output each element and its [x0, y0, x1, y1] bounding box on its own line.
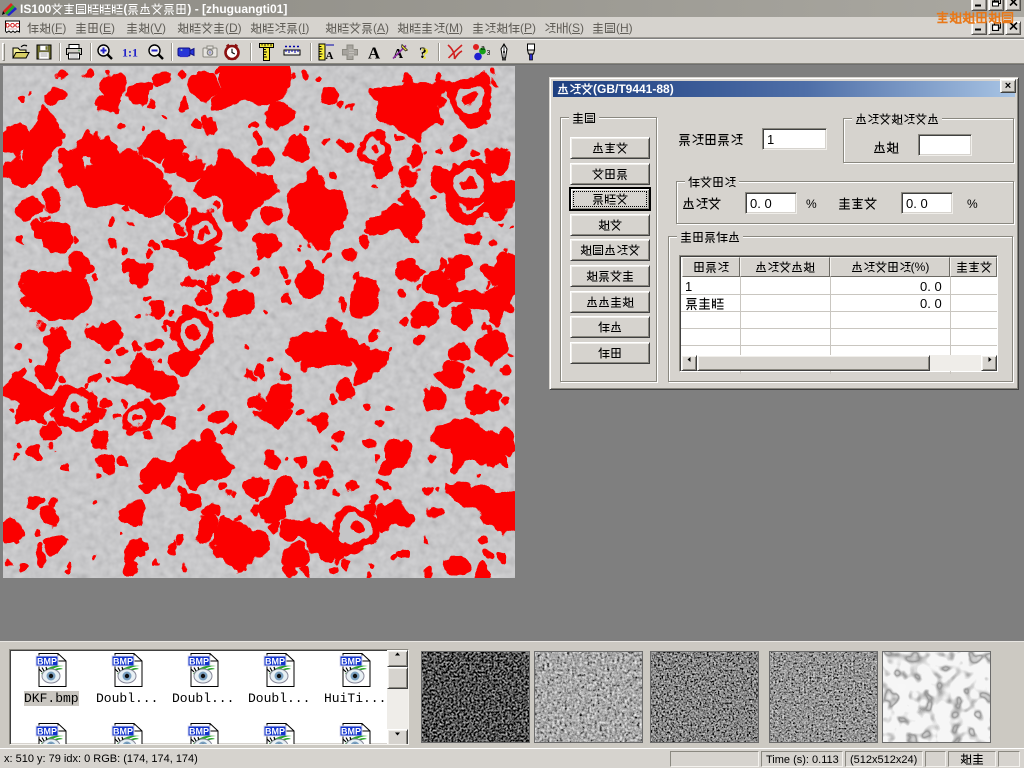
svg-text:BMP: BMP	[189, 657, 209, 667]
svg-text:DOC: DOC	[5, 23, 20, 30]
svg-text:BMP: BMP	[113, 657, 133, 667]
svg-text:A: A	[326, 50, 334, 62]
svg-text:BMP: BMP	[37, 727, 57, 737]
svg-text:BMP: BMP	[189, 727, 209, 737]
svg-text:1:1: 1:1	[122, 46, 138, 60]
svg-text:?: ?	[421, 46, 429, 62]
svg-text:BMP: BMP	[265, 657, 285, 667]
svg-text:BMP: BMP	[113, 727, 133, 737]
svg-text:BMP: BMP	[341, 727, 361, 737]
svg-text:BMP: BMP	[37, 657, 57, 667]
svg-text:a: a	[481, 45, 485, 52]
svg-text:3: 3	[487, 50, 491, 57]
svg-text:BMP: BMP	[265, 727, 285, 737]
svg-text:A: A	[368, 44, 381, 63]
svg-text:BMP: BMP	[341, 657, 361, 667]
